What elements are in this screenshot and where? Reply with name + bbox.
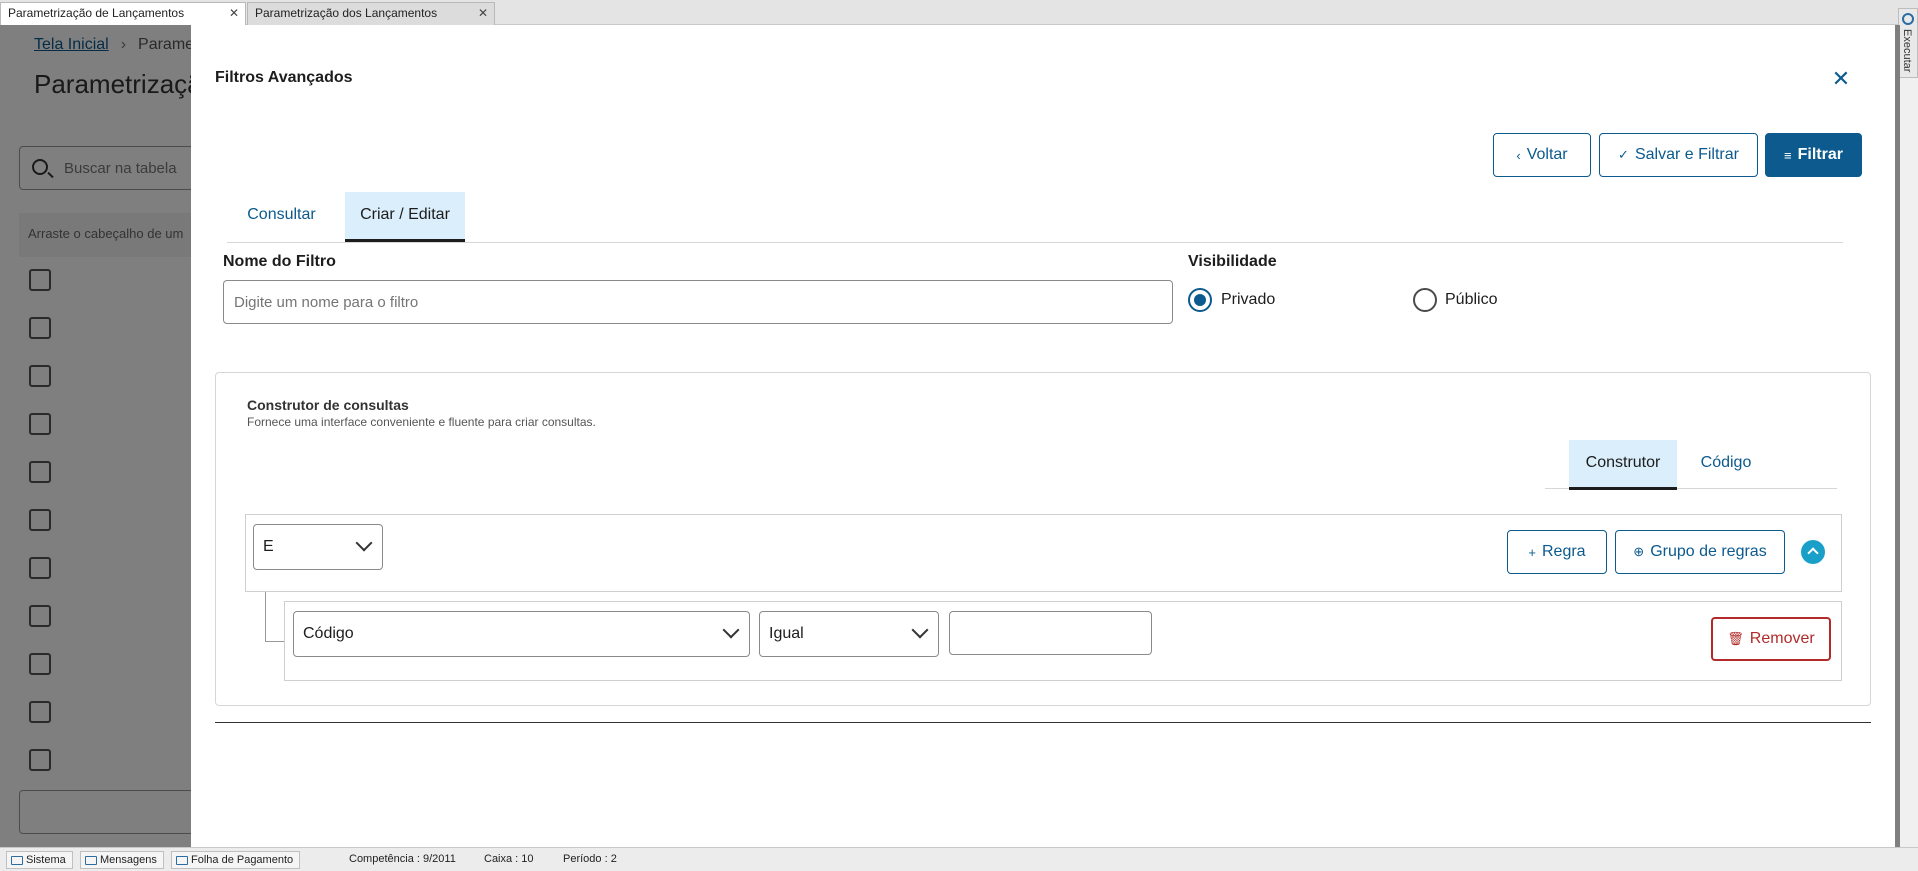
status-folha[interactable]: Folha de Pagamento <box>171 851 301 869</box>
module-icon <box>176 855 188 865</box>
filter-name-label: Nome do Filtro <box>223 253 336 270</box>
tab-construtor[interactable]: Construtor <box>1569 440 1677 490</box>
collapse-icon[interactable] <box>1801 540 1825 564</box>
status-mensagens-label: Mensagens <box>100 854 157 866</box>
close-icon[interactable]: ✕ <box>1827 65 1855 93</box>
status-competencia: Competência : 9/2011 <box>349 853 456 865</box>
advanced-filters-modal: Filtros Avançados ✕ ‹ Voltar ✓ Salvar e … <box>191 25 1895 847</box>
side-tab-executar[interactable]: Executar <box>1898 8 1918 78</box>
document-tab[interactable]: Parametrização dos Lançamentos Financeir… <box>247 2 495 41</box>
query-builder-subtitle: Fornece uma interface conveniente e flue… <box>247 415 596 429</box>
add-rule-button[interactable]: + Regra <box>1507 530 1607 574</box>
message-icon <box>85 855 97 865</box>
mode-tabs: Consultar Criar / Editar <box>227 192 1843 243</box>
query-builder-panel: Construtor de consultas Fornece uma inte… <box>215 372 1871 706</box>
rule-group-header: E + Regra ⊕ Grupo de regras <box>245 514 1842 592</box>
conjunction-select[interactable]: E <box>253 524 383 570</box>
field-value: Código <box>303 625 354 642</box>
tab-criar-editar[interactable]: Criar / Editar <box>345 192 465 242</box>
plus-circle-icon: ⊕ <box>1633 544 1645 559</box>
status-folha-label: Folha de Pagamento <box>191 854 294 866</box>
remove-rule-button[interactable]: 🗑 Remover <box>1711 617 1831 661</box>
status-sistema[interactable]: Sistema <box>6 851 73 869</box>
operator-select[interactable]: Igual <box>759 611 939 657</box>
status-mensagens[interactable]: Mensagens <box>80 851 164 869</box>
filter-icon: ≡ <box>1784 147 1792 163</box>
chevron-left-icon: ‹ <box>1516 147 1521 163</box>
status-periodo: Período : 2 <box>563 853 617 865</box>
save-and-filter-button[interactable]: ✓ Salvar e Filtrar <box>1599 133 1758 177</box>
tab-codigo[interactable]: Código <box>1685 440 1767 490</box>
filter-button[interactable]: ≡ Filtrar <box>1765 133 1862 177</box>
add-rule-label: Regra <box>1542 543 1586 560</box>
radio-private[interactable] <box>1188 288 1212 312</box>
close-tab-icon[interactable]: ✕ <box>229 3 239 24</box>
status-caixa: Caixa : 10 <box>484 853 534 865</box>
radio-private-label: Privado <box>1221 291 1276 308</box>
save-and-filter-label: Salvar e Filtrar <box>1634 146 1739 163</box>
document-tab-strip: Parametrização de Lançamentos Financeiro… <box>0 0 1918 41</box>
chevron-down-icon <box>722 621 740 639</box>
add-rule-group-button[interactable]: ⊕ Grupo de regras <box>1615 530 1785 574</box>
side-tab-label: Executar <box>1901 29 1913 73</box>
add-rule-group-label: Grupo de regras <box>1650 543 1767 560</box>
status-bar: Sistema Mensagens Folha de Pagamento Com… <box>0 847 1918 871</box>
chevron-down-icon <box>911 621 929 639</box>
query-builder-title: Construtor de consultas <box>247 397 409 413</box>
modal-divider <box>215 722 1871 723</box>
visibility-label: Visibilidade <box>1188 253 1277 270</box>
status-sistema-label: Sistema <box>26 854 66 866</box>
remove-rule-label: Remover <box>1749 630 1815 647</box>
plus-icon: + <box>1528 544 1536 560</box>
tree-connector <box>265 592 285 642</box>
radio-public-label: Público <box>1445 291 1498 308</box>
modal-title: Filtros Avançados <box>215 69 353 86</box>
filter-button-label: Filtrar <box>1797 146 1843 163</box>
back-button-label: Voltar <box>1526 146 1568 163</box>
tab-consultar[interactable]: Consultar <box>227 192 336 242</box>
chevron-down-icon <box>355 534 373 552</box>
trash-icon: 🗑 <box>1727 631 1744 646</box>
operator-value: Igual <box>769 625 804 642</box>
conjunction-value: E <box>263 538 274 555</box>
document-tab-active[interactable]: Parametrização de Lançamentos Financeiro… <box>0 2 246 41</box>
field-select[interactable]: Código <box>293 611 750 657</box>
back-button[interactable]: ‹ Voltar <box>1493 133 1591 177</box>
filter-name-input[interactable] <box>223 280 1173 324</box>
rule-value-input[interactable] <box>949 611 1152 655</box>
system-icon <box>11 855 23 865</box>
rule-row: Código Igual 🗑 Remover <box>284 601 1842 681</box>
check-icon: ✓ <box>1618 147 1629 162</box>
radio-public[interactable] <box>1413 288 1437 312</box>
close-tab-icon[interactable]: ✕ <box>478 3 488 24</box>
query-builder-tabs: Construtor Código <box>1545 440 1837 490</box>
gear-icon <box>1902 13 1914 25</box>
